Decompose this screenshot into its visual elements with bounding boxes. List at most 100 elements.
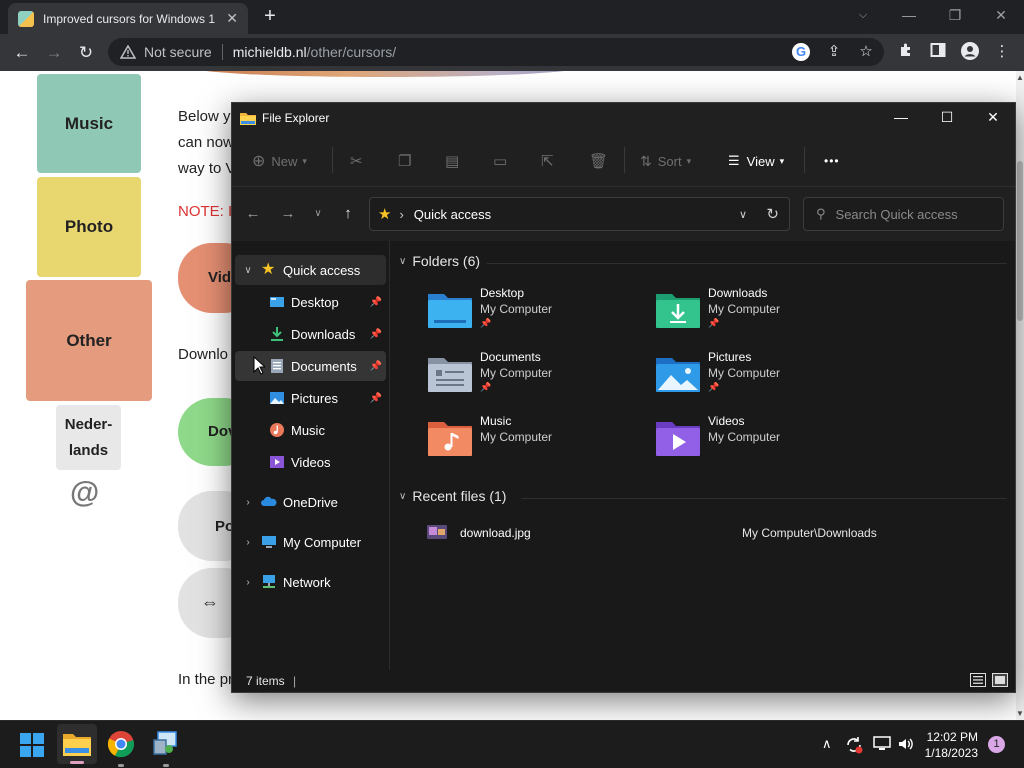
refresh-icon[interactable]: ↻ bbox=[766, 205, 779, 223]
explorer-search-box[interactable]: ⚲ Search Quick access bbox=[803, 197, 1004, 231]
nav-back-button[interactable]: ← bbox=[241, 203, 265, 225]
folder-tile-videos[interactable]: Videos My Computer bbox=[656, 414, 876, 472]
recent-files-group-header[interactable]: ∨ Recent files (1) bbox=[399, 488, 506, 504]
close-window-button[interactable]: ✕ bbox=[978, 4, 1024, 28]
explorer-close-button[interactable]: ✕ bbox=[970, 103, 1016, 131]
chrome-menu-icon[interactable]: ⋮ bbox=[992, 42, 1012, 62]
collapse-chevron-icon[interactable]: ∨ bbox=[399, 491, 406, 502]
folder-name: Documents bbox=[480, 350, 541, 364]
page-scrollbar[interactable]: ▲ ▼ bbox=[1016, 71, 1024, 720]
scrollbar-thumb[interactable] bbox=[1017, 161, 1023, 321]
back-button[interactable]: ← bbox=[9, 40, 35, 66]
scroll-down-icon[interactable]: ▼ bbox=[1016, 709, 1024, 718]
rename-icon[interactable]: ▭ bbox=[493, 151, 507, 171]
see-more-button[interactable]: ••• bbox=[824, 151, 840, 171]
explorer-address-bar[interactable]: ★ › Quick access ∨ ↻ bbox=[369, 197, 790, 231]
sidebar-item-downloads[interactable]: Downloads 📌 bbox=[235, 319, 386, 349]
sync-status-icon[interactable] bbox=[845, 736, 863, 757]
nav-tile-other[interactable]: Other bbox=[26, 280, 152, 401]
nav-tile-photo[interactable]: Photo bbox=[37, 177, 141, 277]
folder-tile-music[interactable]: Music My Computer bbox=[428, 414, 648, 472]
tab-title: Improved cursors for Windows 1 bbox=[43, 11, 216, 26]
explorer-title-bar[interactable]: File Explorer — ☐ ✕ bbox=[232, 103, 1015, 133]
explorer-maximize-button[interactable]: ☐ bbox=[924, 103, 970, 131]
cut-icon[interactable]: ✂ bbox=[350, 151, 363, 171]
network-icon bbox=[261, 574, 277, 590]
explorer-title: File Explorer bbox=[262, 111, 330, 125]
folder-name: Music bbox=[480, 414, 512, 428]
browser-tab[interactable]: Improved cursors for Windows 1 ✕ bbox=[8, 3, 248, 34]
profile-icon[interactable] bbox=[960, 42, 980, 62]
running-app-indicator bbox=[118, 764, 124, 767]
restore-button[interactable]: ❐ bbox=[932, 4, 978, 28]
side-panel-icon[interactable] bbox=[928, 42, 948, 62]
delete-icon[interactable]: 🗑 bbox=[589, 151, 608, 171]
notification-badge[interactable]: 1 bbox=[988, 736, 1005, 753]
extensions-icon[interactable] bbox=[896, 42, 916, 62]
folder-tile-pictures[interactable]: Pictures My Computer 📌 bbox=[656, 350, 876, 408]
sort-button[interactable]: ⇅ Sort ▾ bbox=[640, 151, 691, 171]
sidebar-item-label: Videos bbox=[291, 454, 331, 470]
google-lens-icon[interactable]: G bbox=[792, 42, 812, 62]
expand-chevron-icon[interactable]: › bbox=[241, 497, 255, 508]
file-explorer-taskbar-button[interactable] bbox=[57, 724, 97, 764]
folder-location: My Computer bbox=[480, 366, 553, 380]
start-button[interactable] bbox=[19, 732, 45, 758]
address-bar[interactable]: Not secure michieldb.nl/other/cursors/ bbox=[108, 38, 884, 66]
share-icon[interactable]: ⇱ bbox=[541, 151, 554, 171]
sidebar-item-my-computer[interactable]: › My Computer bbox=[235, 527, 386, 557]
scroll-up-icon[interactable]: ▲ bbox=[1016, 73, 1024, 82]
up-button[interactable]: ↑ bbox=[336, 203, 360, 225]
sidebar-item-pictures[interactable]: Pictures 📌 bbox=[235, 383, 386, 413]
minimize-button[interactable]: — bbox=[886, 4, 932, 28]
sidebar-item-label: Quick access bbox=[283, 262, 361, 278]
collapse-chevron-icon[interactable]: ∨ bbox=[399, 256, 406, 267]
copy-icon[interactable]: ❐ bbox=[398, 151, 411, 171]
email-at-symbol[interactable]: @ bbox=[70, 476, 99, 510]
expand-chevron-icon[interactable]: › bbox=[241, 537, 255, 548]
downloads-icon bbox=[269, 326, 285, 342]
expand-chevron-icon[interactable]: › bbox=[241, 577, 255, 588]
tiles-view-icon[interactable] bbox=[992, 673, 1008, 690]
folder-tile-desktop[interactable]: Desktop My Computer 📌 bbox=[428, 286, 648, 344]
sidebar-item-quick-access[interactable]: ∨ ★ Quick access bbox=[235, 255, 386, 285]
forward-button[interactable]: → bbox=[41, 40, 67, 66]
folders-group-header[interactable]: ∨ Folders (6) bbox=[399, 253, 480, 269]
show-hidden-icons-chevron-icon[interactable]: ∧ bbox=[822, 736, 832, 752]
windows-taskbar: ∧ 12:02 PM 1/18/2023 1 bbox=[0, 720, 1024, 768]
bookmark-star-icon[interactable]: ☆ bbox=[856, 42, 876, 62]
nav-tile-music[interactable]: Music bbox=[37, 74, 141, 173]
folder-tile-downloads[interactable]: Downloads My Computer 📌 bbox=[656, 286, 876, 344]
sort-button-label: Sort bbox=[657, 153, 682, 169]
sidebar-item-onedrive[interactable]: › OneDrive bbox=[235, 487, 386, 517]
view-button[interactable]: ☰ View ▾ bbox=[728, 151, 784, 171]
control-panel-taskbar-button[interactable] bbox=[152, 730, 180, 767]
sidebar-item-desktop[interactable]: Desktop 📌 bbox=[235, 287, 386, 317]
close-tab-icon[interactable]: ✕ bbox=[226, 10, 238, 27]
explorer-minimize-button[interactable]: — bbox=[878, 103, 924, 131]
recent-file-row[interactable]: download.jpg My Computer\Downloads bbox=[424, 525, 984, 547]
folder-tile-documents[interactable]: Documents My Computer 📌 bbox=[428, 350, 648, 408]
system-clock[interactable]: 12:02 PM 1/18/2023 bbox=[914, 729, 978, 761]
new-tab-button[interactable]: + bbox=[258, 5, 282, 29]
address-dropdown-icon[interactable]: ∨ bbox=[739, 208, 747, 221]
tab-search-icon[interactable]: ⌵ bbox=[840, 4, 886, 28]
volume-icon[interactable] bbox=[897, 735, 915, 756]
new-button[interactable]: ⊕ New ▾ bbox=[252, 151, 307, 171]
sidebar-item-label: Documents bbox=[291, 358, 357, 374]
network-status-icon[interactable] bbox=[873, 736, 891, 755]
recent-locations-button[interactable]: ∨ bbox=[306, 203, 330, 225]
sidebar-item-music[interactable]: Music bbox=[235, 415, 386, 445]
sidebar-item-videos[interactable]: Videos bbox=[235, 447, 386, 477]
sidebar-item-network[interactable]: › Network bbox=[235, 567, 386, 597]
reload-button[interactable]: ↻ bbox=[73, 40, 99, 66]
nav-forward-button[interactable]: → bbox=[276, 203, 300, 225]
collapse-chevron-icon[interactable]: ∨ bbox=[241, 265, 255, 276]
recent-files-group-label: Recent files (1) bbox=[412, 488, 507, 504]
nav-tile-label: Photo bbox=[64, 217, 114, 236]
paste-icon[interactable]: ▤ bbox=[445, 151, 459, 171]
details-view-icon[interactable] bbox=[970, 673, 986, 690]
chrome-taskbar-button[interactable] bbox=[107, 730, 135, 767]
nav-tile-nederlands[interactable]: Neder- lands bbox=[56, 405, 121, 470]
share-icon[interactable]: ⇪ bbox=[824, 42, 844, 62]
